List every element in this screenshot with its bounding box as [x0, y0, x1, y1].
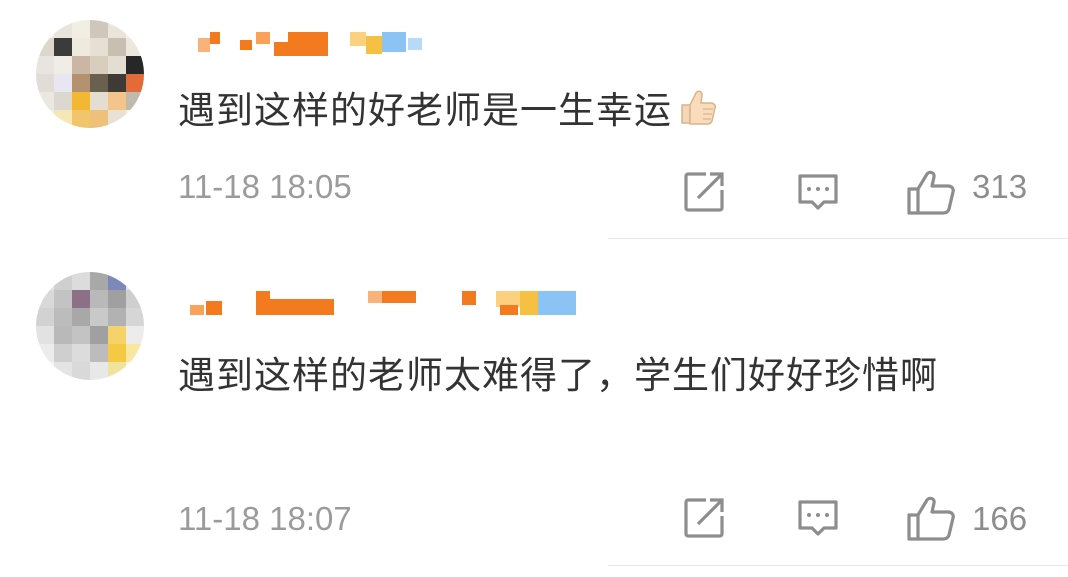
comment-text: 遇到这样的好老师是一生幸运 [178, 78, 1032, 146]
reply-button[interactable] [796, 496, 840, 544]
like-button[interactable] [906, 496, 956, 546]
divider [608, 238, 1068, 239]
share-icon [684, 172, 724, 212]
thumbs-up-icon [907, 170, 955, 215]
like-count: 166 [972, 500, 1028, 537]
divider [608, 565, 1068, 566]
reply-button[interactable] [796, 170, 840, 218]
like-count: 313 [972, 168, 1028, 205]
thumbs-up-icon [907, 496, 955, 541]
like-button[interactable] [906, 170, 956, 220]
comment-text: 遇到这样的老师太难得了，学生们好好珍惜啊 [178, 354, 938, 397]
comment-icon [798, 174, 838, 210]
comment-icon [798, 500, 838, 536]
avatar[interactable] [36, 272, 144, 380]
thumbs-up-emoji [678, 80, 718, 146]
avatar[interactable] [36, 20, 144, 128]
share-icon [684, 498, 724, 538]
share-button[interactable] [682, 170, 726, 218]
comment-item: 遇到这样的好老师是一生幸运 11-18 18:05 313 [0, 0, 1068, 240]
timestamp: 11-18 18:07 [178, 500, 352, 537]
timestamp: 11-18 18:05 [178, 168, 352, 205]
comment-item: 遇到这样的老师太难得了，学生们好好珍惜啊 11-18 18:07 166 [0, 240, 1068, 577]
share-button[interactable] [682, 496, 726, 544]
